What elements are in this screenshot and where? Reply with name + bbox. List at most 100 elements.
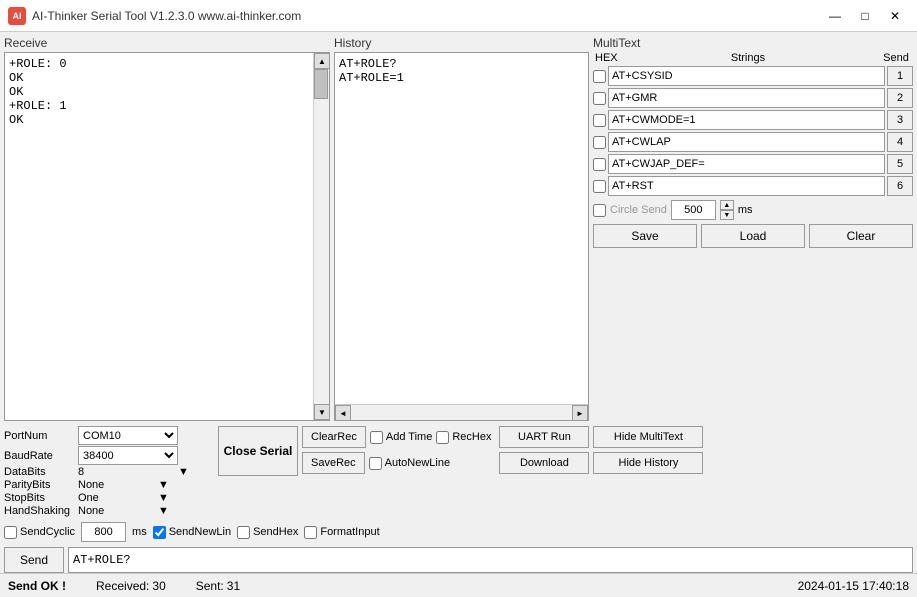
handshaking-row: HandShaking None ▼ xyxy=(4,505,214,517)
circle-send-label: Circle Send xyxy=(610,204,667,216)
speed-down-btn[interactable]: ▼ xyxy=(720,210,734,220)
sendhex-label: SendHex xyxy=(237,526,298,539)
mt-row-3-send-btn[interactable]: 4 xyxy=(887,132,913,152)
mt-row-3-checkbox[interactable] xyxy=(593,136,606,149)
cyclic-value-input[interactable] xyxy=(81,522,126,542)
mt-row-5-checkbox[interactable] xyxy=(593,180,606,193)
formatinput-label: FormatInput xyxy=(304,526,379,539)
send-input[interactable] xyxy=(68,547,913,573)
paritybits-row: ParityBits None ▼ xyxy=(4,479,214,491)
portnum-select[interactable]: COM10 xyxy=(78,426,178,445)
mt-row-0-send-btn[interactable]: 1 xyxy=(887,66,913,86)
receive-textarea[interactable] xyxy=(5,53,313,420)
save-button[interactable]: Save xyxy=(593,224,697,248)
addtime-checkbox[interactable] xyxy=(370,431,383,444)
sendhex-checkbox[interactable] xyxy=(237,526,250,539)
hide-history-button[interactable]: Hide History xyxy=(593,452,703,474)
mt-action-btns: Save Load Clear xyxy=(593,224,913,248)
mid-row: PortNum COM10 BaudRate 38400 DataBits 8 … xyxy=(4,426,913,517)
right-bottom-row: Download Hide History xyxy=(499,452,703,474)
mt-row-1-checkbox[interactable] xyxy=(593,92,606,105)
window-controls: — □ ✕ xyxy=(821,5,909,27)
mt-row-4: 5 xyxy=(593,154,913,174)
mt-row-4-checkbox[interactable] xyxy=(593,158,606,171)
circle-speed-input[interactable] xyxy=(671,200,716,220)
mt-row-5-input[interactable] xyxy=(608,176,885,196)
saverec-button[interactable]: SaveRec xyxy=(302,452,365,474)
sendcyclic-checkbox[interactable] xyxy=(4,526,17,539)
title-bar: AI AI-Thinker Serial Tool V1.2.3.0 www.a… xyxy=(0,0,917,32)
download-button[interactable]: Download xyxy=(499,452,589,474)
stopbits-label: StopBits xyxy=(4,492,78,504)
app-logo: AI xyxy=(8,7,26,25)
sendnewlin-checkbox[interactable] xyxy=(153,526,166,539)
mt-row-2-checkbox[interactable] xyxy=(593,114,606,127)
history-textarea[interactable] xyxy=(335,53,588,404)
mt-row-2-input[interactable] xyxy=(608,110,885,130)
stopbits-arrow: ▼ xyxy=(158,492,169,504)
load-button[interactable]: Load xyxy=(701,224,805,248)
baudrate-select[interactable]: 38400 xyxy=(78,446,178,465)
rechex-label: RecHex xyxy=(436,431,491,444)
history-panel: History ◄ ► xyxy=(334,36,589,421)
mt-row-2-send-btn[interactable]: 3 xyxy=(887,110,913,130)
handshaking-label: HandShaking xyxy=(4,505,78,517)
speed-up-btn[interactable]: ▲ xyxy=(720,200,734,210)
receive-label: Receive xyxy=(4,36,330,50)
close-serial-container: Close Serial xyxy=(218,426,298,476)
mt-row-3-input[interactable] xyxy=(608,132,885,152)
mt-row-0-input[interactable] xyxy=(608,66,885,86)
clearrec-button[interactable]: ClearRec xyxy=(302,426,366,448)
send-ms-label: ms xyxy=(132,526,147,538)
maximize-button[interactable]: □ xyxy=(851,5,879,27)
send-col-header: Send xyxy=(881,52,911,64)
receive-panel: Receive ▲ ▼ xyxy=(4,36,330,421)
handshaking-value: None xyxy=(78,505,138,517)
mt-row-1-input[interactable] xyxy=(608,88,885,108)
formatinput-checkbox[interactable] xyxy=(304,526,317,539)
sendcyclic-label: SendCyclic xyxy=(4,526,75,539)
rec-controls: ClearRec Add Time RecHex SaveRec AutoNew… xyxy=(302,426,491,474)
paritybits-value: None xyxy=(78,479,138,491)
hscroll-left-btn[interactable]: ◄ xyxy=(335,405,351,421)
stopbits-value: One xyxy=(78,492,138,504)
mt-row-5-send-btn[interactable]: 6 xyxy=(887,176,913,196)
mt-row-0-checkbox[interactable] xyxy=(593,70,606,83)
send-button[interactable]: Send xyxy=(4,547,64,573)
uart-run-button[interactable]: UART Run xyxy=(499,426,589,448)
baudrate-row: BaudRate 38400 xyxy=(4,446,214,465)
mt-col-headers: HEX Strings Send xyxy=(593,52,913,64)
ms-label: ms xyxy=(738,204,753,216)
autonewline-checkbox[interactable] xyxy=(369,457,382,470)
receive-scrollbar[interactable]: ▲ ▼ xyxy=(313,53,329,420)
scroll-down-btn[interactable]: ▼ xyxy=(314,404,330,420)
rechex-checkbox[interactable] xyxy=(436,431,449,444)
close-button[interactable]: ✕ xyxy=(881,5,909,27)
close-serial-button[interactable]: Close Serial xyxy=(218,426,298,476)
hscroll-right-btn[interactable]: ► xyxy=(572,405,588,421)
scroll-thumb xyxy=(314,69,328,99)
minimize-button[interactable]: — xyxy=(821,5,849,27)
databits-value: 8 xyxy=(78,466,158,478)
datetime: 2024-01-15 17:40:18 xyxy=(798,579,909,593)
port-settings: PortNum COM10 BaudRate 38400 DataBits 8 … xyxy=(4,426,214,517)
hide-multitext-button[interactable]: Hide MultiText xyxy=(593,426,703,448)
mt-row-4-input[interactable] xyxy=(608,154,885,174)
databits-row: DataBits 8 ▼ xyxy=(4,466,214,478)
circle-send-checkbox[interactable] xyxy=(593,204,606,217)
mt-row-1-send-btn[interactable]: 2 xyxy=(887,88,913,108)
mt-row-0: 1 xyxy=(593,66,913,86)
autonewline-label: AutoNewLine xyxy=(369,457,450,470)
rec-top-row: ClearRec Add Time RecHex xyxy=(302,426,491,448)
sent-value: 31 xyxy=(227,579,798,593)
clear-button[interactable]: Clear xyxy=(809,224,913,248)
portnum-row: PortNum COM10 xyxy=(4,426,214,445)
mt-row-4-send-btn[interactable]: 5 xyxy=(887,154,913,174)
handshaking-arrow: ▼ xyxy=(158,505,169,517)
mt-rows: 1 2 3 4 5 6 xyxy=(593,66,913,196)
scroll-up-btn[interactable]: ▲ xyxy=(314,53,330,69)
mt-row-3: 4 xyxy=(593,132,913,152)
history-hscrollbar: ◄ ► xyxy=(335,404,588,420)
circle-send-row: Circle Send ▲ ▼ ms xyxy=(593,200,913,220)
multitext-panel: MultiText HEX Strings Send 1 2 3 4 5 6 xyxy=(593,36,913,421)
